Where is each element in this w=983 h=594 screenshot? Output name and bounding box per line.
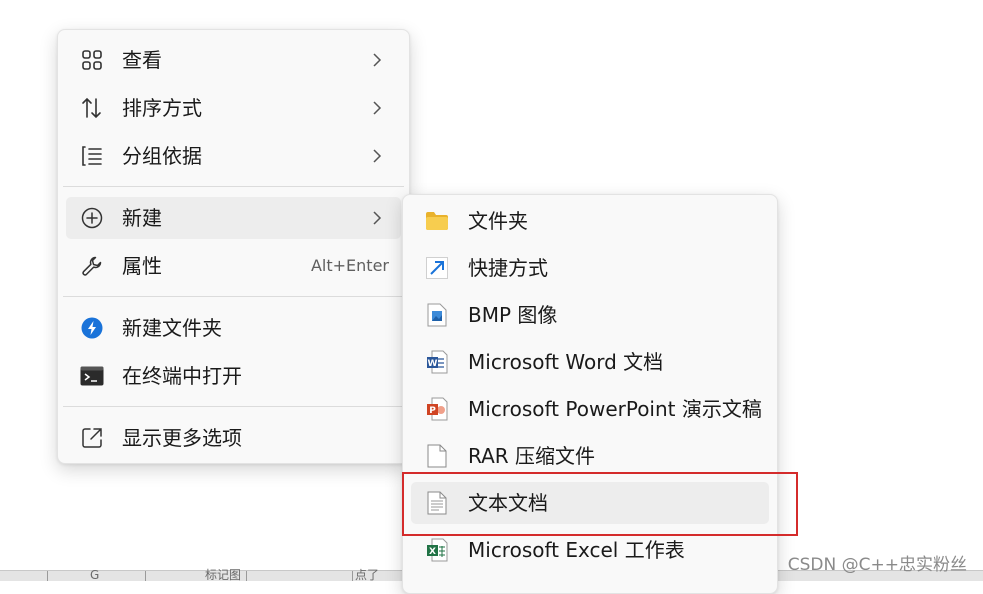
chevron-right-icon [373,211,382,225]
menu-item-label: 排序方式 [122,96,202,120]
group-list-icon [80,145,104,167]
grid-view-icon [80,49,104,71]
submenu-item-word-document[interactable]: W Microsoft Word 文档 [411,341,769,383]
menu-item-properties[interactable]: 属性 Alt+Enter [66,245,401,287]
menu-separator [63,296,404,297]
submenu-item-shortcut[interactable]: 快捷方式 [411,247,769,289]
watermark-text: CSDN @C++忠实粉丝 [787,555,967,575]
bmp-image-icon [425,303,449,327]
menu-item-group-by[interactable]: 分组依据 [66,135,401,177]
menu-item-new-folder[interactable]: 新建文件夹 [66,307,401,349]
submenu-item-label: 文件夹 [468,209,528,233]
highlight-annotation-box [402,472,798,536]
menu-item-label: 查看 [122,48,162,72]
shortcut-arrow-icon [425,257,449,279]
svg-text:X: X [429,547,436,557]
chevron-right-icon [373,149,382,163]
menu-item-open-in-terminal[interactable]: 在终端中打开 [66,355,401,397]
toolbar-fragment: 点了 [355,568,380,582]
menu-separator [63,186,404,187]
lightning-circle-icon [80,317,104,339]
excel-icon: X [425,538,449,562]
shortcut-text: Alt+Enter [310,256,389,275]
submenu-item-label: Microsoft Word 文档 [468,350,664,374]
menu-item-label: 新建 [122,206,162,230]
context-menu: 查看 排序方式 分组依据 新建 属性 Alt+Enter 新建文件夹 在终端中打… [57,29,410,464]
submenu-item-label: BMP 图像 [468,303,558,327]
folder-icon [425,210,449,232]
open-external-icon [80,427,104,449]
menu-item-sort-by[interactable]: 排序方式 [66,87,401,129]
svg-text:W: W [428,359,438,369]
menu-item-label: 在终端中打开 [122,364,242,388]
wrench-icon [80,255,104,277]
submenu-item-folder[interactable]: 文件夹 [411,200,769,242]
chevron-right-icon [373,53,382,67]
menu-item-show-more-options[interactable]: 显示更多选项 [66,417,401,459]
submenu-item-label: RAR 压缩文件 [468,444,596,468]
terminal-icon [80,365,104,387]
menu-item-label: 属性 [122,254,162,278]
submenu-item-bmp-image[interactable]: BMP 图像 [411,294,769,336]
submenu-item-label: Microsoft PowerPoint 演示文稿 [468,397,762,421]
toolbar-fragment: 标记图 [205,568,242,582]
menu-separator [63,406,404,407]
word-icon: W [425,350,449,374]
chevron-right-icon [373,101,382,115]
svg-text:P: P [429,406,436,416]
sort-arrows-icon [80,97,104,119]
toolbar-fragment: G [90,568,100,582]
menu-item-label: 新建文件夹 [122,316,222,340]
menu-item-label: 分组依据 [122,144,202,168]
powerpoint-icon: P [425,397,449,421]
plus-circle-icon [80,207,104,229]
blank-file-icon [425,444,449,468]
submenu-item-powerpoint-presentation[interactable]: P Microsoft PowerPoint 演示文稿 [411,388,769,430]
submenu-item-label: 快捷方式 [468,256,548,280]
submenu-item-rar-archive[interactable]: RAR 压缩文件 [411,435,769,477]
menu-item-new[interactable]: 新建 [66,197,401,239]
menu-item-view[interactable]: 查看 [66,39,401,81]
menu-item-label: 显示更多选项 [122,426,242,450]
